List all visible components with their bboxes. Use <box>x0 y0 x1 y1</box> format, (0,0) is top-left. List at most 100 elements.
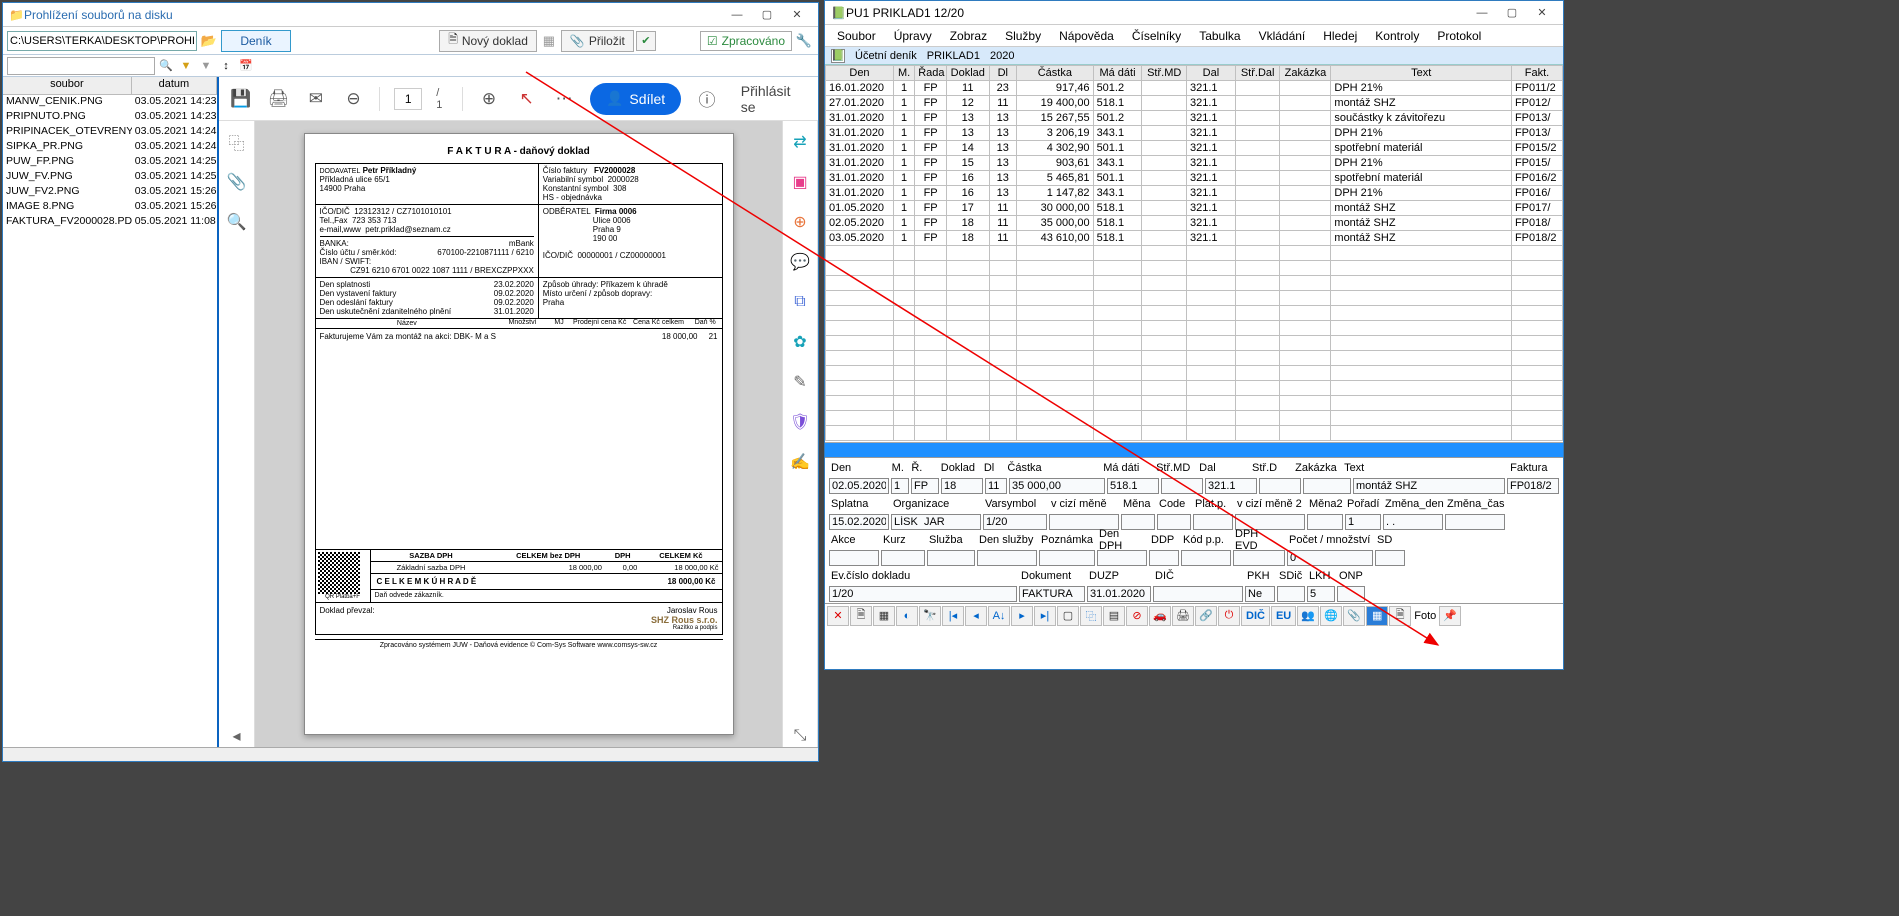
search-icon-2[interactable]: 🔍 <box>226 211 248 233</box>
path-input[interactable] <box>7 31 197 51</box>
col-head[interactable]: M. <box>893 66 914 81</box>
form-input[interactable] <box>1019 586 1085 602</box>
prev-icon[interactable]: ◂ <box>965 606 987 626</box>
form-input[interactable] <box>1161 478 1203 494</box>
file-row[interactable]: MANW_CENIK.PNG03.05.2021 14:23 <box>3 95 217 110</box>
close-button-r[interactable]: ✕ <box>1527 3 1557 23</box>
eu-button[interactable]: EU <box>1271 606 1296 626</box>
car-icon[interactable]: 🚗 <box>1149 606 1171 626</box>
max-button[interactable]: ▢ <box>752 5 782 25</box>
col-head[interactable]: Stř.Dal <box>1235 66 1280 81</box>
file-row[interactable]: JUW_FV2.PNG03.05.2021 15:26 <box>3 185 217 200</box>
file-row[interactable]: SIPKA_PR.PNG03.05.2021 14:24 <box>3 140 217 155</box>
form-input[interactable] <box>1445 514 1505 530</box>
dic-button[interactable]: DIČ <box>1241 606 1270 626</box>
funnel2-icon[interactable]: ▼ <box>197 57 215 75</box>
link-icon[interactable]: 🔗 <box>1195 606 1217 626</box>
col-head[interactable]: Text <box>1331 66 1512 81</box>
form-input[interactable] <box>829 550 879 566</box>
power-icon[interactable]: ⏻ <box>1218 606 1240 626</box>
binoculars-icon[interactable]: 🔭 <box>919 606 941 626</box>
calendar-icon[interactable]: 📅 <box>237 57 255 75</box>
funnel-icon[interactable]: ▼ <box>177 57 195 75</box>
col-head[interactable]: Dl <box>989 66 1017 81</box>
people-icon[interactable]: 👥 <box>1297 606 1319 626</box>
prilozit-button[interactable]: 📎 Přiložit <box>561 30 634 52</box>
table-row[interactable]: 31.01.20201FP16135 465,81501.1321.1spotř… <box>826 171 1563 186</box>
form-input[interactable] <box>1507 478 1559 494</box>
convert-icon[interactable]: ⇄ <box>789 131 811 153</box>
table-row[interactable]: 31.01.20201FP14134 302,90501.1321.1spotř… <box>826 141 1563 156</box>
sign-icon[interactable]: ✎ <box>789 371 811 393</box>
first-icon[interactable]: |◂ <box>942 606 964 626</box>
form-input[interactable] <box>1375 550 1405 566</box>
mail-icon[interactable]: ✉ <box>304 87 328 111</box>
sort-icon[interactable]: ↕ <box>217 57 235 75</box>
pin-icon[interactable]: 📌 <box>1439 606 1461 626</box>
menu-hledej[interactable]: Hledej <box>1315 27 1365 45</box>
form-input[interactable] <box>1307 586 1335 602</box>
form-input[interactable] <box>1193 514 1233 530</box>
col-head[interactable]: Řada <box>915 66 947 81</box>
last-icon[interactable]: ▸| <box>1034 606 1056 626</box>
form-input[interactable] <box>911 478 939 494</box>
open-folder-icon[interactable]: 📂 <box>199 31 219 51</box>
edit-icon[interactable]: ▣ <box>789 171 811 193</box>
copy-icon-bt[interactable]: ⿻ <box>1080 606 1102 626</box>
form-input[interactable] <box>829 586 1017 602</box>
zoom-out-icon[interactable]: ⊖ <box>342 87 366 111</box>
col-head[interactable]: Doklad <box>947 66 989 81</box>
col-head[interactable]: Fakt. <box>1511 66 1562 81</box>
table-row[interactable]: 31.01.20201FP16131 147,82343.1321.1DPH 2… <box>826 186 1563 201</box>
add-icon[interactable]: ▢ <box>1057 606 1079 626</box>
form-input[interactable] <box>985 478 1007 494</box>
col-head[interactable]: Stř.MD <box>1142 66 1187 81</box>
menu-úpravy[interactable]: Úpravy <box>886 27 940 45</box>
page-input[interactable] <box>394 88 422 110</box>
next-icon[interactable]: ▸ <box>1011 606 1033 626</box>
form-input[interactable] <box>1303 478 1351 494</box>
date-icon[interactable]: ◐ <box>896 606 918 626</box>
col-soubor[interactable]: soubor <box>3 77 132 94</box>
novy-doklad-button[interactable]: 🗎 Nový doklad <box>439 30 537 52</box>
file-row[interactable]: PRIPNUTO.PNG03.05.2021 14:23 <box>3 110 217 125</box>
col-head[interactable]: Částka <box>1017 66 1093 81</box>
form-input[interactable] <box>1157 514 1191 530</box>
form-input[interactable] <box>1107 478 1159 494</box>
table-row[interactable]: 27.01.20201FP121119 400,00518.1321.1mont… <box>826 96 1563 111</box>
form-input[interactable] <box>1277 586 1305 602</box>
document-canvas[interactable]: F A K T U R A - daňový doklad DODAVATEL … <box>255 121 782 747</box>
menu-soubor[interactable]: Soubor <box>829 27 884 45</box>
check-button[interactable]: ✔ <box>636 31 656 51</box>
form-input[interactable] <box>1383 514 1443 530</box>
delete-icon[interactable]: ✕ <box>827 606 849 626</box>
note-icon[interactable]: 🗎 <box>850 606 872 626</box>
file-row[interactable]: IMAGE 8.PNG03.05.2021 15:26 <box>3 200 217 215</box>
form-input[interactable] <box>927 550 975 566</box>
expand-icon[interactable]: ⤡ <box>789 725 811 747</box>
form-input[interactable] <box>1149 550 1179 566</box>
close-button[interactable]: ✕ <box>782 5 812 25</box>
file-row[interactable]: FAKTURA_FV2000028.PDF05.05.2021 11:08 <box>3 215 217 230</box>
cancel-icon[interactable]: ⊘ <box>1126 606 1148 626</box>
chevron-left-icon[interactable]: ◂ <box>226 725 248 747</box>
col-head[interactable]: Den <box>826 66 894 81</box>
grid-icon[interactable]: ▦ <box>873 606 895 626</box>
form-input[interactable] <box>829 514 889 530</box>
min-button[interactable]: — <box>722 5 752 25</box>
menu-kontroly[interactable]: Kontroly <box>1367 27 1427 45</box>
search-icon[interactable]: 🔍 <box>157 57 175 75</box>
form-input[interactable] <box>1353 478 1505 494</box>
form-input[interactable] <box>1087 586 1151 602</box>
protect-icon[interactable]: 🛡 <box>789 411 811 433</box>
file-row[interactable]: JUW_FV.PNG03.05.2021 14:25 <box>3 170 217 185</box>
form-input[interactable] <box>1337 586 1365 602</box>
doc-icon-bt[interactable]: 🗎 <box>1389 606 1411 626</box>
print-icon[interactable]: 🖨 <box>267 87 291 111</box>
comment-icon[interactable]: 💬 <box>789 251 811 273</box>
create-icon[interactable]: ⊕ <box>789 211 811 233</box>
form-input[interactable] <box>1181 550 1231 566</box>
sort-icon-bt[interactable]: A↓ <box>988 606 1010 626</box>
zoom-in-icon[interactable]: ⊕ <box>477 87 501 111</box>
menu-číselníky[interactable]: Číselníky <box>1124 27 1189 45</box>
